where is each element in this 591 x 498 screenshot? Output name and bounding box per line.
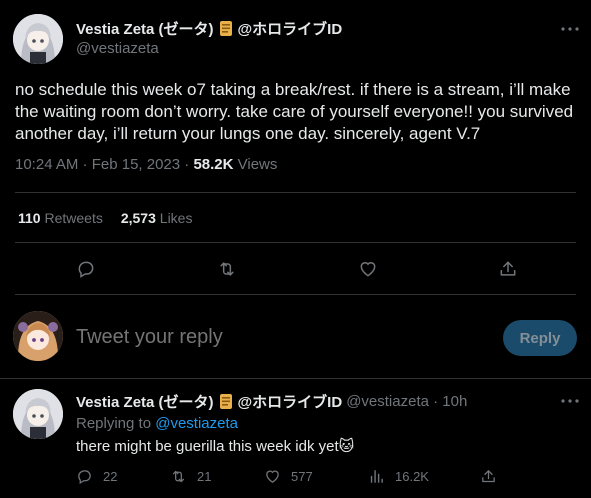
divider: [15, 242, 576, 243]
retweet-icon[interactable]: [216, 258, 238, 280]
reply-button[interactable]: Reply: [503, 320, 577, 356]
current-user-avatar[interactable]: [13, 311, 63, 361]
author-display-name[interactable]: Vestia Zeta (ゼータ): [76, 18, 214, 39]
reply-share-action[interactable]: [480, 468, 497, 485]
reply-tweet-text: there might be guerilla this week idk ye…: [76, 438, 355, 455]
more-options-icon[interactable]: [559, 390, 581, 412]
tweet-text: no schedule this week o7 taking a break/…: [15, 80, 574, 143]
views-label: Views: [233, 156, 278, 173]
like-icon[interactable]: [357, 258, 379, 280]
scroll-icon: [218, 20, 234, 37]
reply-icon[interactable]: [75, 258, 97, 280]
retweet-icon: [170, 468, 187, 485]
author-handle[interactable]: @vestiazeta: [76, 40, 159, 57]
divider: [15, 294, 576, 295]
replying-to: Replying to @vestiazeta: [76, 415, 238, 432]
share-icon[interactable]: [497, 258, 519, 280]
author-affiliation[interactable]: @ホロライブID: [238, 18, 343, 39]
replying-to-label: Replying to: [76, 415, 156, 432]
tweet-timestamp[interactable]: 10:24 AM · Feb 15, 2023 ·: [15, 156, 193, 173]
author-avatar[interactable]: [13, 14, 63, 64]
like-icon: [264, 468, 281, 485]
reply-icon: [76, 468, 93, 485]
tweet-stats: 110 Retweets 2,573 Likes: [18, 210, 192, 226]
reply-author-avatar[interactable]: [13, 389, 63, 439]
reply-author-display-name[interactable]: Vestia Zeta (ゼータ): [76, 391, 214, 412]
retweets-stat[interactable]: 110 Retweets: [18, 210, 103, 226]
reply-input[interactable]: [76, 326, 456, 349]
retweets-label: Retweets: [40, 210, 103, 226]
tweet-thread-view: Vestia Zeta (ゼータ) @ホロライブID @vestiazeta n…: [0, 0, 591, 498]
scroll-icon: [218, 393, 234, 410]
likes-stat[interactable]: 2,573 Likes: [121, 210, 193, 226]
retweet-count: 21: [197, 469, 212, 484]
divider: [0, 378, 591, 379]
like-count: 577: [291, 469, 313, 484]
author-name-row[interactable]: Vestia Zeta (ゼータ) @ホロライブID: [76, 18, 342, 39]
views-count: 58.2K: [193, 156, 234, 173]
reply-author-name-row[interactable]: Vestia Zeta (ゼータ) @ホロライブID @vestiazeta ·…: [76, 391, 467, 412]
replying-to-link[interactable]: @vestiazeta: [155, 415, 238, 432]
reply-like-action[interactable]: 577: [264, 468, 313, 485]
views-count: 16.2K: [395, 469, 429, 484]
retweets-count: 110: [18, 210, 41, 226]
reply-retweet-action[interactable]: 21: [170, 468, 211, 485]
reply-reply-action[interactable]: 22: [76, 468, 117, 485]
share-icon: [480, 468, 497, 485]
likes-count: 2,573: [120, 210, 156, 226]
divider: [15, 192, 576, 193]
reply-handle-time[interactable]: @vestiazeta · 10h: [346, 393, 467, 410]
more-options-icon[interactable]: [559, 18, 581, 40]
tweet-meta: 10:24 AM · Feb 15, 2023 · 58.2K Views: [15, 156, 277, 173]
reply-views-action[interactable]: 16.2K: [368, 468, 429, 485]
reply-count: 22: [103, 469, 118, 484]
reply-author-affiliation[interactable]: @ホロライブID: [238, 391, 343, 412]
views-icon: [368, 468, 385, 485]
likes-label: Likes: [155, 210, 193, 226]
